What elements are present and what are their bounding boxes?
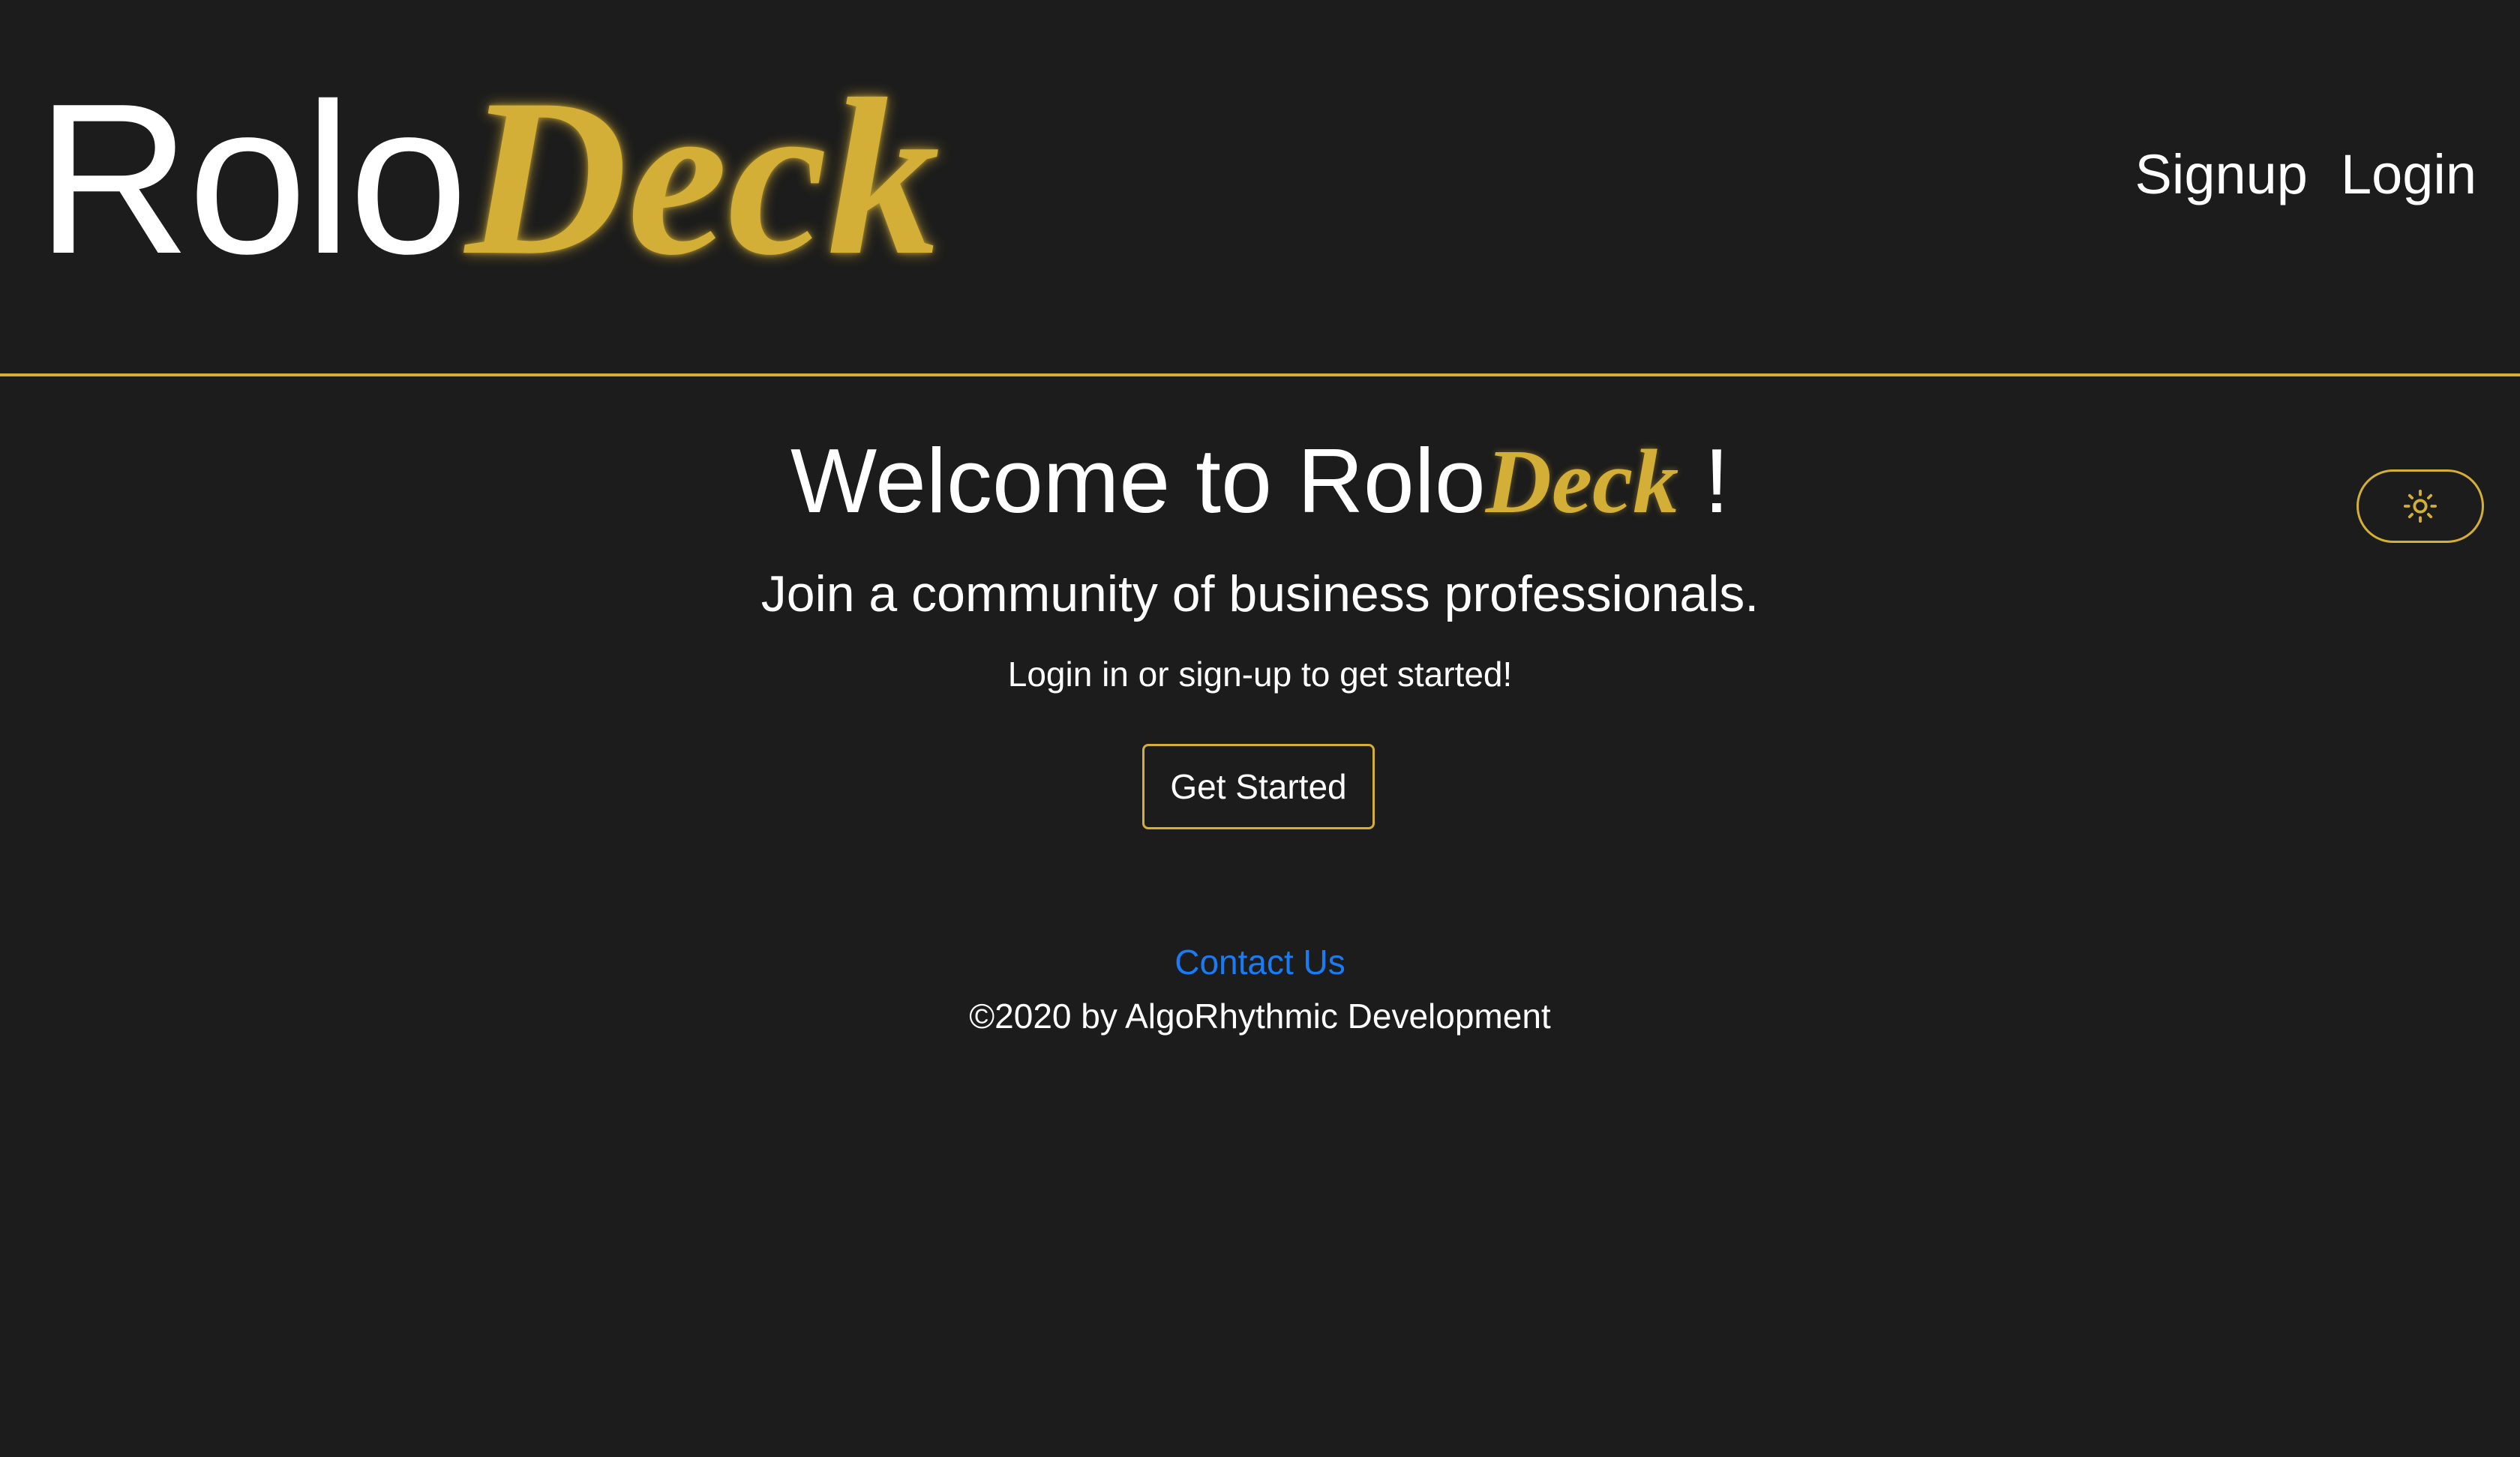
brand-logo-deck: Deck bbox=[465, 52, 940, 301]
footer-copyright: ©2020 by AlgoRhythmic Development bbox=[969, 997, 1551, 1036]
footer-contact: Contact Us bbox=[0, 945, 2520, 979]
welcome-deck: Deck bbox=[1485, 431, 1679, 532]
brand-logo[interactable]: RoloDeck bbox=[36, 64, 940, 289]
page: RoloDeck Signup Login Welcome to RoloDec… bbox=[0, 0, 2520, 1457]
contact-us-link[interactable]: Contact Us bbox=[1174, 943, 1346, 982]
site-header: RoloDeck Signup Login bbox=[0, 0, 2520, 376]
welcome-suffix: ! bbox=[1678, 430, 1730, 532]
brand-logo-rolo: Rolo bbox=[36, 58, 468, 298]
nav-signup-link[interactable]: Signup bbox=[2135, 147, 2308, 202]
theme-toggle-button[interactable] bbox=[2356, 469, 2484, 543]
sun-icon bbox=[2403, 489, 2438, 523]
main-nav: Signup Login bbox=[2135, 147, 2476, 202]
nav-login-link[interactable]: Login bbox=[2341, 147, 2476, 202]
welcome-prefix: Welcome to Rolo bbox=[790, 430, 1486, 532]
get-started-button[interactable]: Get Started bbox=[1142, 744, 1375, 829]
hero-subtitle: Join a community of business professiona… bbox=[760, 565, 1760, 622]
hero-prompt: Login in or sign-up to get started! bbox=[1007, 655, 1513, 694]
welcome-heading: Welcome to RoloDeck ! bbox=[0, 435, 2520, 528]
